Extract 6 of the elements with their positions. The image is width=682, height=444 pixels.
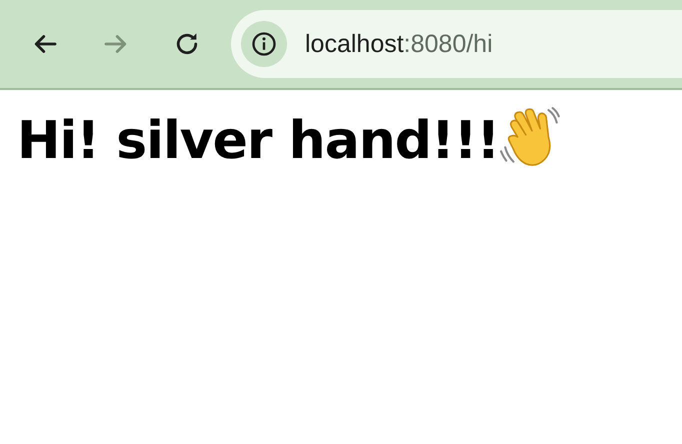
page-heading: Hi! silver hand!!! <box>17 113 500 171</box>
info-icon <box>250 30 278 58</box>
address-bar[interactable]: localhost:8080/hi <box>231 10 682 78</box>
site-info-button[interactable] <box>241 21 287 67</box>
url-path: :8080/hi <box>404 30 493 58</box>
url-host: localhost <box>305 30 404 58</box>
